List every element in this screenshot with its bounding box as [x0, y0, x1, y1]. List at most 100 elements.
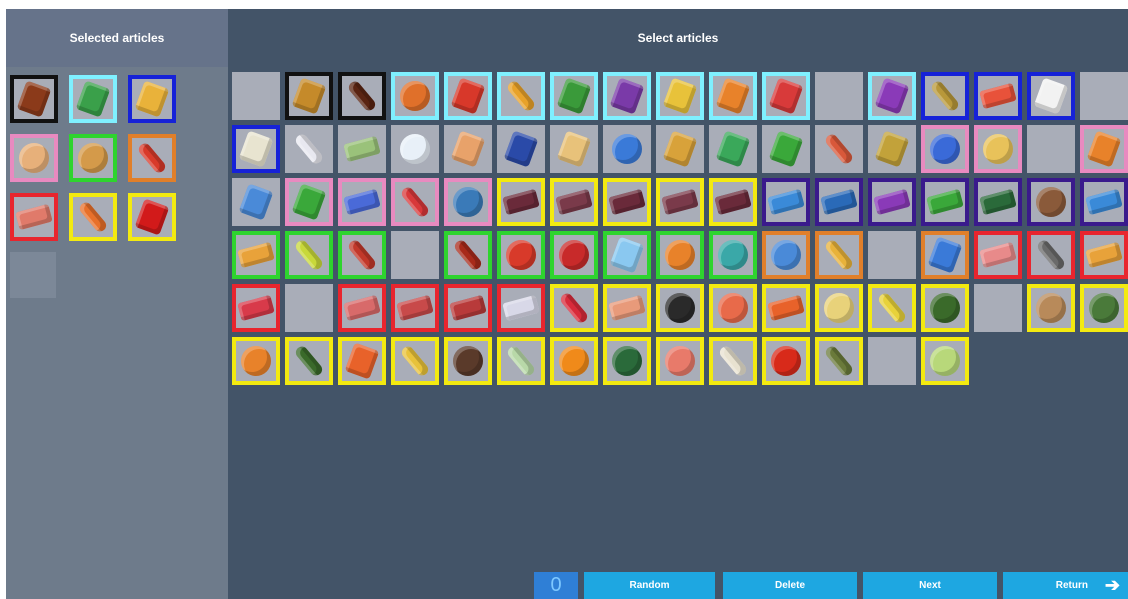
article-milk-carton[interactable]: [497, 125, 545, 173]
article-dessert-cup[interactable]: [1027, 178, 1075, 226]
article-empty[interactable]: [1080, 72, 1128, 120]
return-button[interactable]: Return ➔: [1003, 572, 1128, 599]
article-empty[interactable]: [1027, 125, 1075, 173]
article-empty[interactable]: [285, 284, 333, 332]
article-baguette[interactable]: [921, 72, 969, 120]
article-chili[interactable]: [550, 284, 598, 332]
article-spread-jar[interactable]: [656, 231, 704, 279]
article-empty[interactable]: [815, 72, 863, 120]
article-meat-tray[interactable]: [603, 178, 651, 226]
article-wafer-bar[interactable]: [338, 178, 386, 226]
article-chocolate-box[interactable]: [974, 178, 1022, 226]
article-cookie-pack[interactable]: [285, 178, 333, 226]
article-candy-stick[interactable]: [391, 178, 439, 226]
article-pudding-cup[interactable]: [974, 125, 1022, 173]
article-zucchini[interactable]: [285, 337, 333, 385]
article-fish-pack[interactable]: [1080, 231, 1128, 279]
article-cracker-box[interactable]: [444, 125, 492, 173]
article-sausage-pack[interactable]: [1027, 231, 1075, 279]
selected-article-cereal-box[interactable]: [69, 75, 117, 123]
article-pumpkin[interactable]: [232, 337, 280, 385]
delete-button[interactable]: Delete: [723, 572, 857, 599]
article-cheese-wedge[interactable]: [232, 125, 280, 173]
selected-article-cheese-block[interactable]: [128, 75, 176, 123]
article-bacon[interactable]: [444, 284, 492, 332]
article-cucumber-pack[interactable]: [338, 125, 386, 173]
article-orange[interactable]: [550, 337, 598, 385]
article-chicken-tray[interactable]: [497, 284, 545, 332]
article-cereal-box[interactable]: [656, 72, 704, 120]
article-cake-slice[interactable]: [1080, 125, 1128, 173]
selected-article-lollipop[interactable]: [69, 134, 117, 182]
article-flour-bag[interactable]: [921, 231, 969, 279]
article-empty[interactable]: [868, 337, 916, 385]
article-orange-soda[interactable]: [391, 72, 439, 120]
article-sushi[interactable]: [709, 284, 757, 332]
article-sausage[interactable]: [338, 231, 386, 279]
article-cheese-stick[interactable]: [285, 231, 333, 279]
selected-article-carrot[interactable]: [69, 193, 117, 241]
article-sauce-bottle[interactable]: [444, 231, 492, 279]
article-snack-bar[interactable]: [974, 72, 1022, 120]
article-empty[interactable]: [868, 231, 916, 279]
article-salmon[interactable]: [762, 284, 810, 332]
article-banana[interactable]: [868, 284, 916, 332]
random-button[interactable]: Random: [584, 572, 715, 599]
article-meat-tray[interactable]: [656, 178, 704, 226]
article-broccoli[interactable]: [921, 284, 969, 332]
article-apple[interactable]: [921, 337, 969, 385]
article-juice-bottle[interactable]: [497, 72, 545, 120]
article-parsnip[interactable]: [709, 337, 757, 385]
selected-article-red-pepper[interactable]: [128, 193, 176, 241]
selected-slot-empty[interactable]: [10, 252, 56, 298]
selected-article-ketchup-bottle[interactable]: [128, 134, 176, 182]
article-mustard-bottle[interactable]: [815, 231, 863, 279]
article-pear[interactable]: [815, 337, 863, 385]
article-chocolate-box[interactable]: [815, 178, 863, 226]
article-purple-soda[interactable]: [603, 72, 651, 120]
article-chocolate-bar[interactable]: [921, 178, 969, 226]
article-milk-carton[interactable]: [1027, 72, 1075, 120]
article-can[interactable]: [656, 125, 704, 173]
article-empty[interactable]: [974, 284, 1022, 332]
article-empty[interactable]: [391, 231, 439, 279]
selected-article-salmon-pack[interactable]: [10, 193, 58, 241]
article-meat-tray[interactable]: [497, 178, 545, 226]
article-green-soda[interactable]: [550, 72, 598, 120]
article-watermelon[interactable]: [603, 337, 651, 385]
article-chips-bag[interactable]: [762, 72, 810, 120]
article-cup-noodles[interactable]: [497, 231, 545, 279]
article-mushroom[interactable]: [1027, 284, 1075, 332]
article-meat-tray[interactable]: [232, 284, 280, 332]
article-bacon[interactable]: [391, 284, 439, 332]
article-sushi[interactable]: [656, 284, 704, 332]
article-jam-jar[interactable]: [550, 231, 598, 279]
article-candy-box[interactable]: [232, 178, 280, 226]
article-cereal-box[interactable]: [868, 72, 916, 120]
article-cream-tub[interactable]: [709, 231, 757, 279]
article-chocolate-bar[interactable]: [868, 178, 916, 226]
article-meat-pack[interactable]: [974, 231, 1022, 279]
article-peach[interactable]: [656, 337, 704, 385]
article-papaya[interactable]: [338, 337, 386, 385]
article-yogurt-cup[interactable]: [603, 125, 651, 173]
article-tomato[interactable]: [762, 337, 810, 385]
article-coffee-bag[interactable]: [868, 125, 916, 173]
article-beer-can[interactable]: [285, 72, 333, 120]
article-chocolate-bar[interactable]: [762, 178, 810, 226]
article-meat-tray[interactable]: [550, 178, 598, 226]
article-coconut[interactable]: [444, 337, 492, 385]
next-button[interactable]: Next: [863, 572, 997, 599]
article-spring-onion[interactable]: [497, 337, 545, 385]
article-chips-bag[interactable]: [709, 125, 757, 173]
article-water-bottle[interactable]: [285, 125, 333, 173]
article-bread-bag[interactable]: [762, 125, 810, 173]
article-ice-cream-tub[interactable]: [921, 125, 969, 173]
article-bacon[interactable]: [338, 284, 386, 332]
article-cereal-bag[interactable]: [603, 231, 651, 279]
article-corn[interactable]: [391, 337, 439, 385]
article-cheese-slice[interactable]: [232, 231, 280, 279]
article-empty[interactable]: [232, 72, 280, 120]
article-bowl[interactable]: [444, 178, 492, 226]
article-red-soda[interactable]: [444, 72, 492, 120]
